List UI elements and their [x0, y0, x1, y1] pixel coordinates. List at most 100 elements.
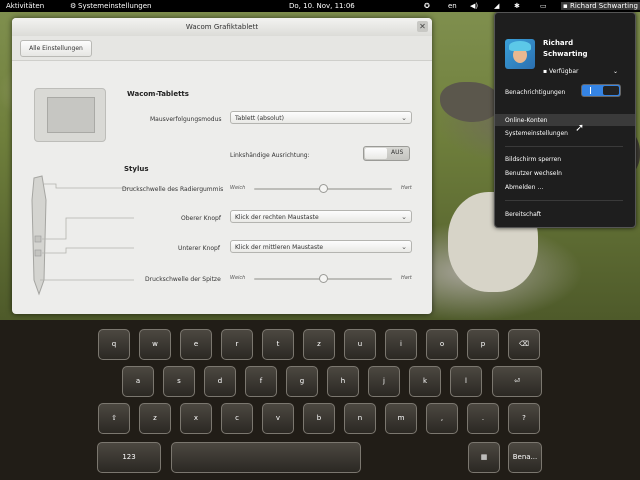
- backspace-key[interactable]: ⌫: [508, 329, 540, 360]
- key-d[interactable]: d: [204, 366, 236, 397]
- top-panel: Aktivitäten ⚙ Systemeinstellungen Do, 10…: [0, 0, 640, 12]
- menu-item-online-accounts[interactable]: Online-Konten: [505, 117, 547, 124]
- key-o[interactable]: o: [426, 329, 458, 360]
- upper-button-combo[interactable]: Klick der rechten Maustaste ⌄: [230, 210, 412, 223]
- key-i[interactable]: i: [385, 329, 417, 360]
- key-h[interactable]: h: [327, 366, 359, 397]
- key-u[interactable]: u: [344, 329, 376, 360]
- bluetooth-icon[interactable]: ✱: [514, 2, 520, 10]
- eraser-soft-label: Weich: [230, 185, 246, 191]
- key-k[interactable]: k: [409, 366, 441, 397]
- chevron-down-icon[interactable]: ⌄: [613, 68, 618, 75]
- battery-icon[interactable]: ▭: [540, 2, 547, 10]
- accessibility-icon[interactable]: ✪: [424, 2, 430, 10]
- key-b[interactable]: b: [303, 403, 335, 434]
- app-menu-icon[interactable]: ⚙: [70, 2, 76, 10]
- tablet-image: [34, 88, 106, 142]
- key-c[interactable]: c: [221, 403, 253, 434]
- tracking-mode-combo[interactable]: Tablett (absolut) ⌄: [230, 111, 412, 124]
- key-j[interactable]: j: [368, 366, 400, 397]
- mouse-cursor-icon: ➚: [575, 121, 585, 134]
- activities-button[interactable]: Aktivitäten: [6, 2, 44, 10]
- volume-icon[interactable]: ◀): [470, 2, 478, 10]
- upper-button-label: Oberer Knopf: [181, 215, 221, 222]
- user-icon: ▪: [563, 2, 568, 10]
- upper-button-value: Klick der rechten Maustaste: [235, 214, 319, 221]
- key-x[interactable]: x: [180, 403, 212, 434]
- space-key[interactable]: [171, 442, 361, 473]
- notifications-switch[interactable]: [581, 84, 621, 97]
- presence-status[interactable]: ▪ Verfügbar: [543, 68, 578, 75]
- chevron-down-icon: ⌄: [401, 243, 407, 251]
- key-question[interactable]: ?: [508, 403, 540, 434]
- enter-key[interactable]: ⏎: [492, 366, 542, 397]
- menu-separator: [505, 146, 623, 147]
- eraser-pressure-slider[interactable]: [254, 183, 392, 193]
- key-g[interactable]: g: [286, 366, 318, 397]
- status-icon: ▪: [543, 68, 548, 75]
- numbers-key[interactable]: 123: [97, 442, 161, 473]
- keyboard-layout-key[interactable]: ▦: [468, 442, 500, 473]
- switch-handle: [365, 148, 387, 159]
- network-icon[interactable]: ◢: [494, 2, 499, 10]
- key-f[interactable]: f: [245, 366, 277, 397]
- hide-keyboard-key[interactable]: Bena...: [508, 442, 542, 473]
- menu-item-suspend[interactable]: Bereitschaft: [505, 211, 541, 218]
- user-menu-name: Richard Schwarting: [569, 2, 638, 10]
- eraser-pressure-label: Druckschwelle des Radiergummis: [122, 186, 224, 193]
- tip-pressure-label: Druckschwelle der Spitze: [145, 276, 221, 283]
- eraser-hard-label: Hart: [401, 185, 412, 191]
- key-m[interactable]: m: [385, 403, 417, 434]
- key-s[interactable]: s: [163, 366, 195, 397]
- menu-separator: [505, 200, 623, 201]
- app-menu-button[interactable]: Systemeinstellungen: [78, 2, 151, 10]
- key-t[interactable]: t: [262, 329, 294, 360]
- close-icon[interactable]: ✕: [417, 21, 428, 32]
- shift-key[interactable]: ⇧: [98, 403, 130, 434]
- tracking-mode-value: Tablett (absolut): [235, 115, 284, 122]
- notifications-label: Benachrichtigungen: [505, 89, 566, 96]
- user-menu-button[interactable]: ▪ Richard Schwarting: [561, 2, 640, 10]
- key-l[interactable]: l: [450, 366, 482, 397]
- lower-button-label: Unterer Knopf: [178, 245, 220, 252]
- key-w[interactable]: w: [139, 329, 171, 360]
- left-handed-label: Linkshändige Ausrichtung:: [230, 152, 310, 159]
- key-z-row3[interactable]: z: [139, 403, 171, 434]
- tablet-section-heading: Wacom-Tabletts: [127, 90, 189, 98]
- menu-item-switch-user[interactable]: Benutzer wechseln: [505, 170, 562, 177]
- clock[interactable]: Do, 10. Nov, 11:06: [289, 2, 355, 10]
- tip-pressure-slider[interactable]: [254, 273, 392, 283]
- key-q[interactable]: q: [98, 329, 130, 360]
- eraser-slider-knob[interactable]: [318, 183, 328, 193]
- key-period[interactable]: .: [467, 403, 499, 434]
- lower-button-value: Klick der mittleren Maustaste: [235, 244, 324, 251]
- tip-slider-knob[interactable]: [318, 273, 328, 283]
- on-screen-keyboard: q w e r t z u i o p ⌫ a s d f g h j k l …: [0, 320, 640, 480]
- stylus-image: [31, 175, 134, 296]
- key-z[interactable]: z: [303, 329, 335, 360]
- menu-item-lock-screen[interactable]: Bildschirm sperren: [505, 156, 561, 163]
- key-comma[interactable]: ,: [426, 403, 458, 434]
- key-p[interactable]: p: [467, 329, 499, 360]
- menu-user-first-name: Richard: [543, 39, 574, 47]
- avatar[interactable]: [505, 39, 535, 69]
- lower-button-combo[interactable]: Klick der mittleren Maustaste ⌄: [230, 240, 412, 253]
- key-v[interactable]: v: [262, 403, 294, 434]
- chevron-down-icon: ⌄: [401, 114, 407, 122]
- tip-soft-label: Weich: [230, 275, 246, 281]
- keyboard-layout-indicator[interactable]: en: [448, 2, 457, 10]
- menu-item-log-out[interactable]: Abmelden …: [505, 184, 543, 191]
- wacom-settings-window: Wacom Grafiktablett ✕ Alle Einstellungen…: [12, 18, 432, 314]
- tip-hard-label: Hart: [401, 275, 412, 281]
- menu-user-last-name: Schwarting: [543, 50, 588, 58]
- left-handed-switch[interactable]: AUS: [363, 146, 410, 161]
- key-r[interactable]: r: [221, 329, 253, 360]
- window-titlebar: Wacom Grafiktablett ✕: [12, 18, 432, 36]
- menu-item-system-settings[interactable]: Systemeinstellungen: [505, 130, 568, 137]
- all-settings-button[interactable]: Alle Einstellungen: [20, 40, 92, 57]
- tracking-mode-label: Mausverfolgungsmodus: [150, 116, 222, 123]
- window-toolbar: Alle Einstellungen: [12, 36, 432, 61]
- key-n[interactable]: n: [344, 403, 376, 434]
- key-a[interactable]: a: [122, 366, 154, 397]
- key-e[interactable]: e: [180, 329, 212, 360]
